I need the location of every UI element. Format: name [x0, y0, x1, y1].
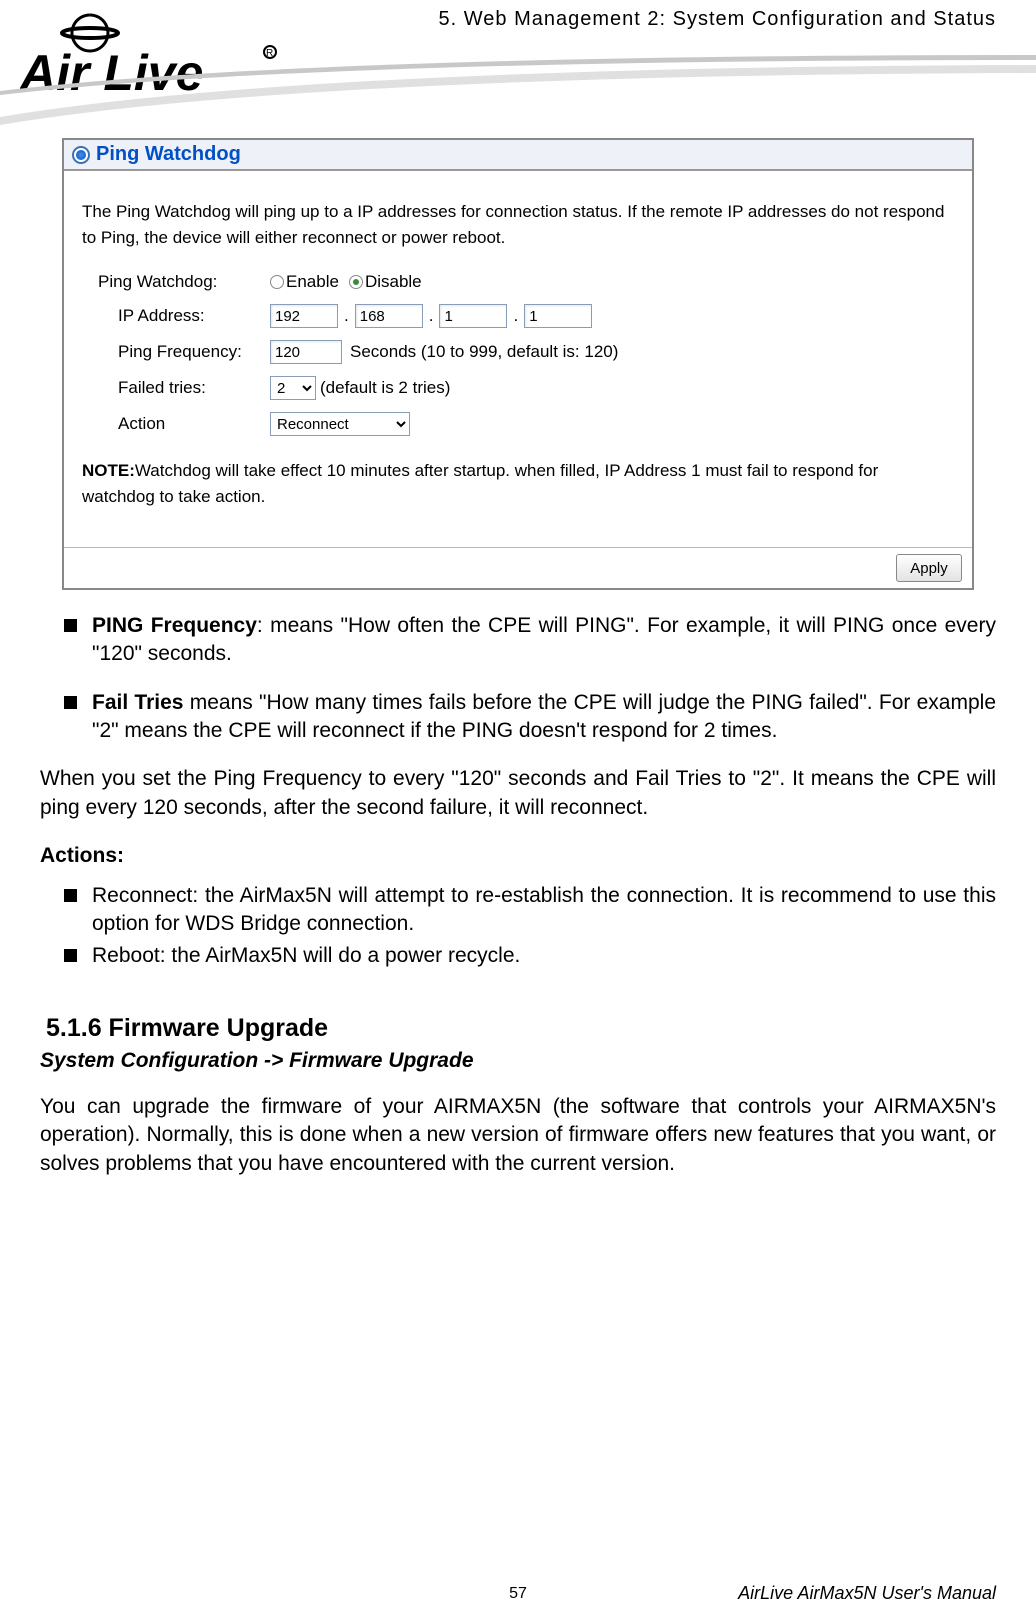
ip-address-label: IP Address: — [82, 306, 270, 326]
panel-title-row: Ping Watchdog — [72, 143, 964, 166]
ping-frequency-label: Ping Frequency: — [82, 342, 270, 362]
ping-frequency-hint: Seconds (10 to 999, default is: 120) — [350, 342, 618, 362]
target-icon — [72, 146, 90, 164]
chapter-title: 5. Web Management 2: System Configuratio… — [439, 8, 996, 31]
header-swoosh — [0, 55, 1036, 135]
manual-title: AirLive AirMax5N User's Manual — [738, 1583, 996, 1604]
section-breadcrumb: System Configuration -> Firmware Upgrade — [40, 1049, 996, 1073]
ping-frequency-input[interactable] — [270, 340, 342, 364]
ip-octet-3[interactable] — [439, 304, 507, 328]
action-select[interactable]: Reconnect — [270, 412, 410, 436]
disable-radio[interactable] — [349, 275, 363, 289]
ping-watchdog-label: Ping Watchdog: — [82, 272, 270, 292]
explanation-paragraph: When you set the Ping Frequency to every… — [40, 765, 996, 822]
bullet-fail-tries: Fail Tries means "How many times fails b… — [40, 689, 996, 746]
section-paragraph: You can upgrade the firmware of your AIR… — [40, 1093, 996, 1178]
section-heading: 5.1.6 Firmware Upgrade — [40, 1014, 996, 1043]
actions-heading: Actions: — [40, 844, 996, 868]
bullet-ping-frequency: PING Frequency: means "How often the CPE… — [40, 612, 996, 669]
ping-watchdog-panel: Ping Watchdog The Ping Watchdog will pin… — [62, 138, 974, 590]
action-label: Action — [82, 414, 270, 434]
panel-description: The Ping Watchdog will ping up to a IP a… — [82, 199, 954, 250]
panel-title-text: Ping Watchdog — [96, 143, 241, 166]
enable-label: Enable — [286, 272, 339, 292]
note-text: NOTE:Watchdog will take effect 10 minute… — [82, 458, 954, 509]
ip-octet-2[interactable] — [355, 304, 423, 328]
ip-dot: . — [423, 306, 440, 326]
enable-radio[interactable] — [270, 275, 284, 289]
ip-dot: . — [338, 306, 355, 326]
failed-tries-label: Failed tries: — [82, 378, 270, 398]
bullet-reboot: Reboot: the AirMax5N will do a power rec… — [40, 942, 996, 970]
apply-button[interactable]: Apply — [896, 554, 962, 582]
page-number: 57 — [509, 1585, 527, 1602]
failed-tries-select[interactable]: 2 — [270, 376, 316, 400]
ip-dot: . — [507, 306, 524, 326]
ip-octet-4[interactable] — [524, 304, 592, 328]
ip-octet-1[interactable] — [270, 304, 338, 328]
disable-label: Disable — [365, 272, 422, 292]
bullet-reconnect: Reconnect: the AirMax5N will attempt to … — [40, 882, 996, 939]
failed-tries-hint: (default is 2 tries) — [320, 378, 450, 398]
